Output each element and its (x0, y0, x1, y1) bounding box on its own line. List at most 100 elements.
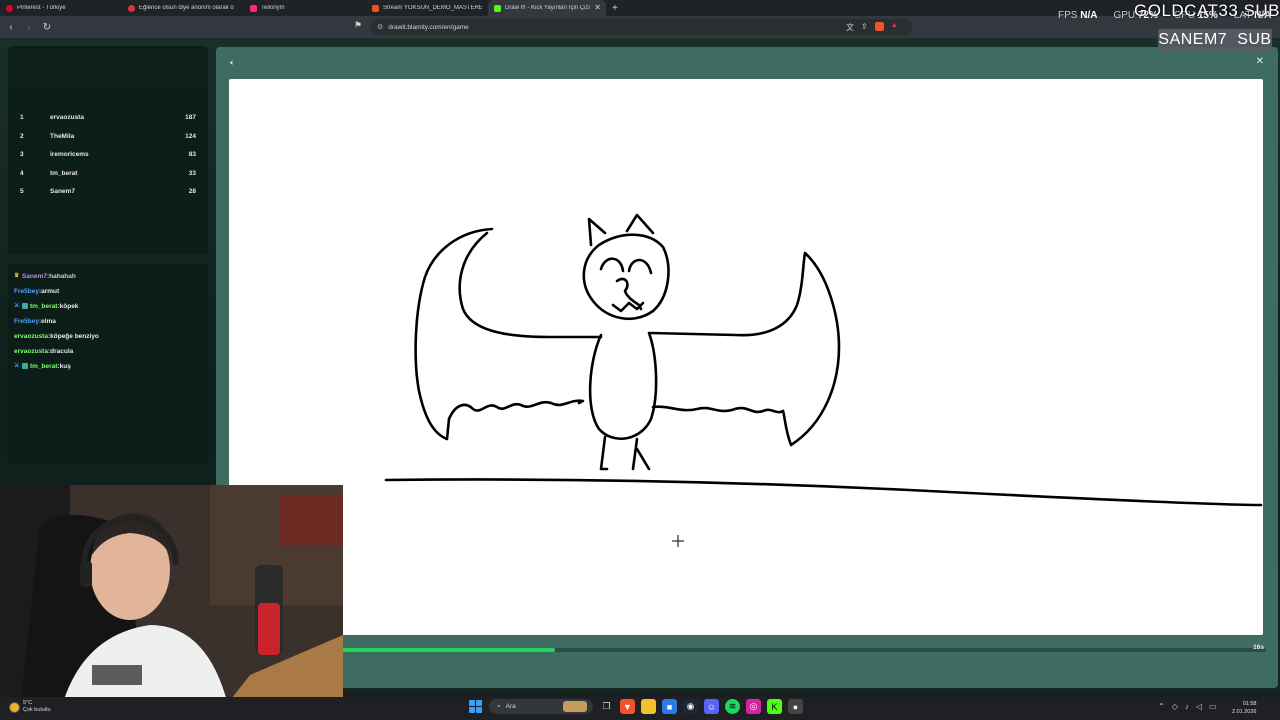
ground-line-stroke (384, 478, 1263, 507)
translate-icon[interactable]: 文 (846, 22, 854, 33)
subscriber-alert-text: GOLDCAT33 SUB (1134, 1, 1280, 20)
reload-icon[interactable]: ↻ (40, 20, 54, 34)
tab-title: Eğlence olsun diye anonim olarak ö (139, 5, 234, 11)
chat-text: armut (41, 287, 60, 295)
new-tab-button[interactable]: + (612, 3, 618, 14)
leaderboard-score: 187 (185, 113, 196, 121)
leaderboard-rank: 3 (20, 150, 24, 158)
battery-icon[interactable]: ▭ (1209, 702, 1217, 711)
leaderboard-row: 4 tm_berat 33 (20, 167, 196, 179)
fps-label: FPS (1058, 10, 1078, 21)
leaderboard-rank: 1 (20, 113, 24, 121)
chat-username: Sanem7 (22, 272, 47, 280)
leaderboard-score: 28 (188, 187, 196, 195)
game-page: 1 ervaozusta 187 2 TheMila 124 3 iremori… (0, 38, 1280, 713)
bookmark-icon[interactable]: ⚑ (354, 20, 362, 31)
sword-badge-icon: ⚔ (14, 303, 20, 309)
spotify-icon[interactable]: ≋ (725, 699, 740, 714)
steam-icon[interactable]: ◉ (683, 699, 698, 714)
forward-arrow-icon[interactable]: › (22, 20, 36, 34)
chat-username: tm_berat (30, 302, 58, 310)
weather-icon (10, 702, 19, 712)
system-tray: ⌃ ◇ ♪ ◁ ▭ (1158, 702, 1217, 711)
sword-badge-icon: ⚔ (14, 363, 20, 369)
volume-icon[interactable]: ◁ (1196, 702, 1202, 711)
chat-text: dracula (50, 347, 74, 355)
chat-message: Fre5bey : armut (14, 287, 60, 295)
browser-tab-active[interactable]: Draw It! - Kick Yayınları İçin Çizim ✕ (488, 0, 606, 16)
file-explorer-icon[interactable] (641, 699, 656, 714)
round-timer-fill (342, 648, 555, 652)
task-view-icon[interactable]: ❐ (599, 699, 614, 714)
leaderboard-rank: 5 (20, 187, 24, 195)
left-ear-stroke (587, 217, 607, 247)
left-leg-stroke (599, 435, 609, 471)
right-ear-stroke (625, 213, 655, 235)
windows-taskbar: 5°C Çok bulutlu ⌕ Ara ❐ ▼ ■ ◉ ☺ ≋ ◎ K ● … (0, 697, 1280, 720)
kick-app-icon[interactable]: K (767, 699, 782, 714)
browser-tab[interactable]: Eğlence olsun diye anonim olarak ö (122, 0, 244, 16)
leaderboard-name: ervaozusta (50, 113, 84, 121)
tellonym-favicon-icon (250, 4, 257, 12)
chat-username: tm_berat (30, 362, 58, 370)
weather-temperature: 5°C (23, 700, 33, 706)
chat-message: ervaozusta : köpeğe benziyo (14, 332, 99, 340)
streamer-webcam (0, 485, 343, 713)
windows-start-icon[interactable] (468, 699, 483, 714)
brave-browser-icon[interactable]: ▼ (620, 699, 635, 714)
tab-title: Pinterest - Türkiye (17, 5, 66, 11)
leaderboard-score: 83 (188, 150, 196, 158)
network-icon[interactable]: ◇ (1172, 702, 1178, 711)
site-favicon-icon (372, 4, 379, 12)
leaderboard-name: TheMila (50, 132, 75, 140)
search-label: Ara (505, 703, 516, 710)
browser-tab[interactable]: Tellonym (244, 0, 366, 16)
tray-overflow-icon[interactable]: ⌃ (1158, 702, 1165, 711)
brave-shields-icon[interactable] (874, 22, 884, 31)
brave-rewards-icon[interactable]: ▲ (891, 22, 898, 33)
leaderboard-row: 3 iremoricems 83 (20, 148, 196, 160)
leaderboard-panel: 1 ervaozusta 187 2 TheMila 124 3 iremori… (8, 46, 208, 254)
search-highlight-image (563, 701, 587, 712)
search-icon: ⌕ (497, 702, 501, 710)
left-wing-stroke (414, 227, 494, 441)
leaderboard-name: Sanem7 (50, 187, 75, 195)
discord-icon[interactable]: ☺ (704, 699, 719, 714)
address-bar-tools: 文 ⇪ ▲ (846, 22, 898, 33)
taskbar-clock[interactable]: 01:58 2.01.2026 (1232, 700, 1256, 716)
chat-text: köpek (59, 302, 79, 310)
browser-tab[interactable]: Stream YOKSUN_DEMO_MASTERED (366, 0, 488, 16)
chat-message: ervaozusta : dracula (14, 347, 74, 355)
leaderboard-row: 1 ervaozusta 187 (20, 111, 196, 123)
site-favicon-icon (128, 4, 135, 12)
share-icon[interactable]: ⇪ (861, 22, 868, 33)
instagram-icon[interactable]: ◎ (746, 699, 761, 714)
back-arrow-icon[interactable]: ‹ (4, 20, 18, 34)
close-icon[interactable]: ✕ (1256, 56, 1264, 67)
site-info-icon[interactable]: ⚙ (377, 23, 383, 31)
right-wing-stroke (649, 251, 841, 447)
crown-badge-icon: ♛ (14, 273, 20, 279)
address-bar[interactable]: ⚙ drawit.blamity.com/en/game (370, 19, 912, 35)
round-timer-label: 16s (1253, 644, 1264, 651)
chat-username: ervaozusta (14, 332, 48, 340)
leaderboard-row: 5 Sanem7 28 (20, 185, 196, 197)
chat-message: ⚔ tm_berat : köpek (14, 302, 79, 310)
left-wing-inner-stroke (458, 231, 603, 339)
weather-widget[interactable]: 5°C Çok bulutlu (10, 700, 51, 714)
drawing-canvas[interactable] (229, 79, 1263, 635)
chat-text: hahahah (49, 272, 76, 280)
round-timer-bar (342, 648, 1266, 652)
obs-icon[interactable]: ● (788, 699, 803, 714)
microsoft-store-icon[interactable]: ■ (662, 699, 677, 714)
taskbar-search[interactable]: ⌕ Ara (489, 699, 593, 714)
body-stroke (588, 331, 658, 440)
clock-time: 01:58 (1242, 701, 1257, 707)
speaker-icon[interactable]: 🔈︎ (230, 58, 235, 68)
close-tab-icon[interactable]: ✕ (594, 3, 601, 12)
chat-text: kuş (59, 362, 71, 370)
leaderboard-name: tm_berat (50, 169, 78, 177)
microphone-icon[interactable]: ♪ (1185, 702, 1189, 711)
browser-tab[interactable]: Pinterest - Türkiye (0, 0, 122, 16)
webcam-picture (0, 485, 343, 713)
